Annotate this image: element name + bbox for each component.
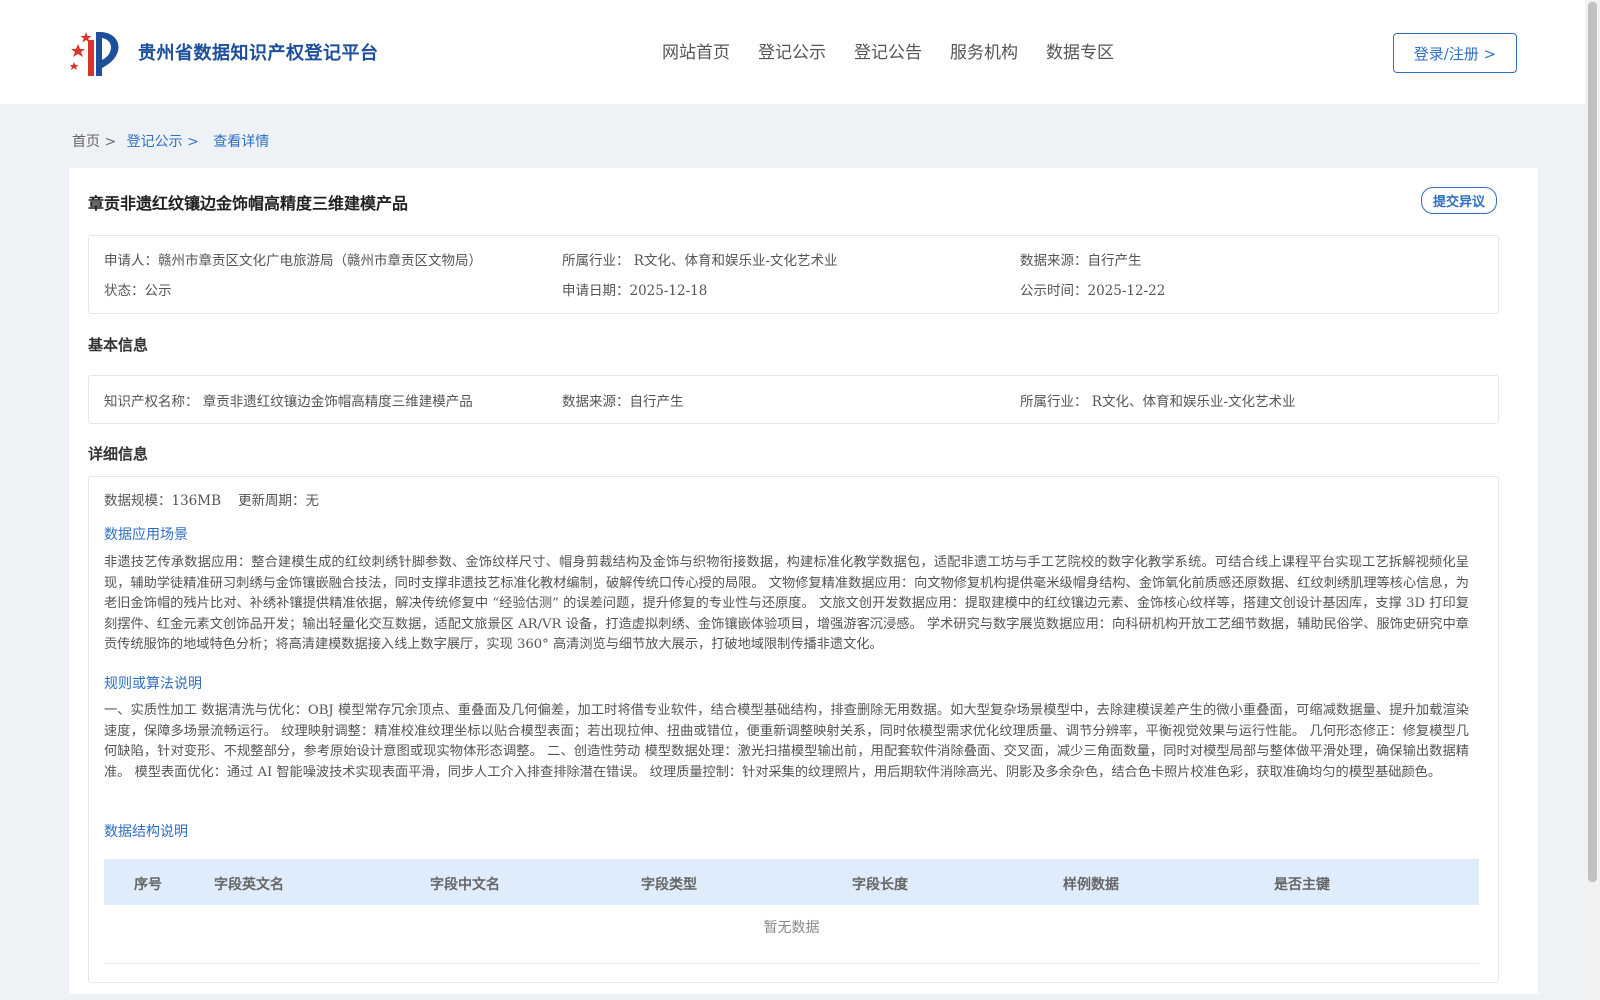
rules-text: 一、实质性加工 数据清洗与优化：OBJ 模型常存冗余顶点、重叠面及几何偏差，加工… bbox=[104, 703, 1469, 780]
data-source-field: 数据来源：自行产生 bbox=[1020, 253, 1142, 269]
col-english-name: 字段英文名 bbox=[214, 877, 284, 893]
status-field: 状态：公示 bbox=[104, 283, 172, 299]
page-title: 章贡非遗红纹镶边金饰帽高精度三维建模产品 bbox=[88, 194, 409, 213]
nav-home[interactable]: 网站首页 bbox=[662, 38, 730, 63]
apply-date-field: 申请日期：2025-12-18 bbox=[562, 283, 708, 299]
detail-info-heading: 详细信息 bbox=[88, 445, 149, 463]
applicant-field: 申请人：赣州市章贡区文化广电旅游局（赣州市章贡区文物局） bbox=[104, 253, 482, 269]
page-scrollbar[interactable] bbox=[1585, 0, 1600, 1000]
col-type: 字段类型 bbox=[641, 877, 697, 893]
basic-data-source-field: 数据来源：自行产生 bbox=[562, 394, 684, 410]
col-sample: 样例数据 bbox=[1063, 877, 1119, 893]
basic-info-heading: 基本信息 bbox=[88, 336, 149, 354]
scenario-heading: 数据应用场景 bbox=[104, 527, 188, 543]
update-cycle-field: 更新周期：无 bbox=[238, 493, 319, 509]
data-scale-field: 数据规模：136MB bbox=[104, 493, 222, 509]
structure-heading: 数据结构说明 bbox=[104, 824, 188, 840]
site-logo[interactable]: 贵州省数据知识产权登记平台 bbox=[70, 26, 379, 78]
breadcrumb-publicity[interactable]: 登记公示 > bbox=[127, 134, 199, 150]
scenario-text: 非遗技艺传承数据应用：整合建模生成的红纹刺绣针脚参数、金饰纹样尺寸、帽身剪裁结构… bbox=[104, 555, 1469, 653]
submit-objection-button[interactable]: 提交异议 bbox=[1421, 187, 1497, 214]
col-chinese-name: 字段中文名 bbox=[430, 877, 500, 893]
nav-registration-publicity[interactable]: 登记公示 bbox=[758, 38, 826, 63]
empty-table-message: 暂无数据 bbox=[763, 920, 820, 936]
industry-field: 所属行业： R文化、体育和娱乐业-文化艺术业 bbox=[562, 253, 838, 269]
scrollbar-thumb[interactable] bbox=[1588, 2, 1597, 882]
nav-service-agencies[interactable]: 服务机构 bbox=[950, 38, 1018, 63]
col-primary-key: 是否主键 bbox=[1274, 877, 1330, 893]
breadcrumb-home[interactable]: 首页 > bbox=[72, 134, 116, 150]
col-index: 序号 bbox=[134, 877, 162, 893]
site-name: 贵州省数据知识产权登记平台 bbox=[138, 43, 379, 64]
emblem-icon bbox=[70, 32, 119, 76]
col-length: 字段长度 bbox=[852, 877, 908, 893]
breadcrumb: 首页 > 登记公示 > 查看详情 bbox=[72, 131, 269, 151]
structure-table-header: 序号 字段英文名 字段中文名 字段类型 字段长度 样例数据 是否主键 bbox=[104, 859, 1479, 905]
breadcrumb-current: 查看详情 bbox=[213, 134, 270, 150]
detail-card: 章贡非遗红纹镶边金饰帽高精度三维建模产品 提交异议 申请人：赣州市章贡区文化广电… bbox=[69, 168, 1538, 994]
ip-name-field: 知识产权名称： 章贡非遗红纹镶边金饰帽高精度三维建模产品 bbox=[104, 394, 473, 410]
basic-industry-field: 所属行业： R文化、体育和娱乐业-文化艺术业 bbox=[1020, 394, 1296, 410]
detail-info-box: 数据规模：136MB 更新周期：无 数据应用场景 非遗技艺传承数据应用：整合建模… bbox=[88, 476, 1499, 983]
main-nav: 网站首页 登记公示 登记公告 服务机构 数据专区 bbox=[662, 38, 1142, 63]
summary-box: 申请人：赣州市章贡区文化广电旅游局（赣州市章贡区文物局） 所属行业： R文化、体… bbox=[88, 235, 1499, 314]
nav-data-zone[interactable]: 数据专区 bbox=[1046, 38, 1114, 63]
login-register-button[interactable]: 登录/注册 > bbox=[1393, 33, 1517, 73]
top-header: 贵州省数据知识产权登记平台 网站首页 登记公示 登记公告 服务机构 数据专区 登… bbox=[0, 0, 1585, 104]
basic-info-box: 知识产权名称： 章贡非遗红纹镶边金饰帽高精度三维建模产品 数据来源：自行产生 所… bbox=[88, 375, 1499, 424]
publish-time-field: 公示时间：2025-12-22 bbox=[1020, 283, 1166, 299]
rules-heading: 规则或算法说明 bbox=[104, 676, 202, 692]
nav-registration-announcement[interactable]: 登记公告 bbox=[854, 38, 922, 63]
table-divider bbox=[104, 963, 1479, 964]
